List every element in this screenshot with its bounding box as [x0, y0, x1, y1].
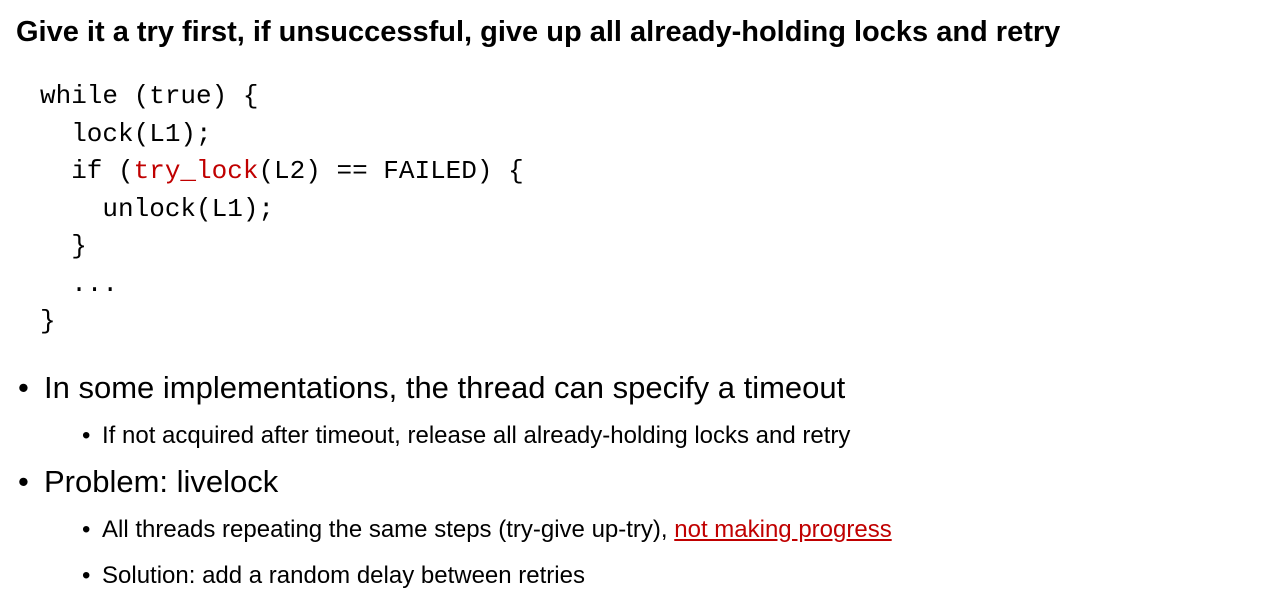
slide-title: Give it a try first, if unsuccessful, gi… [16, 16, 1061, 48]
code-line: if (try_lock(L2) == FAILED) { [40, 153, 524, 191]
code-line: while (true) { [40, 81, 259, 111]
bullet-dot: • [82, 422, 91, 449]
bullet-text: Solution: add a random delay between ret… [102, 562, 585, 589]
not-making-progress-link[interactable]: not making progress [674, 516, 891, 543]
bullet-text: In some implementations, the thread can … [44, 370, 846, 405]
code-line: } [40, 231, 87, 261]
slide: Give it a try first, if unsuccessful, gi… [0, 0, 1280, 610]
code-line: lock(L1); [40, 118, 212, 149]
code-block: while (true) { lock(L1); if (try_lock(L2… [40, 78, 524, 341]
bullet-text-part: All threads repeating the same steps (tr… [102, 516, 675, 543]
code-line: } [40, 306, 56, 336]
bullet-text: All threads repeating the same steps (tr… [102, 514, 892, 546]
code-text: (L2) == FAILED) { [258, 156, 524, 186]
bullet-dot: • [82, 562, 91, 589]
code-line: unlock(L1); [40, 193, 275, 224]
bullet-text: Problem: livelock [44, 464, 279, 499]
bullet-dot: • [18, 370, 29, 405]
bullet-dot: • [82, 516, 91, 543]
code-line: ... [40, 268, 119, 299]
code-highlight-try-lock: try_lock [133, 156, 259, 186]
bullet-text: If not acquired after timeout, release a… [102, 422, 851, 449]
bullet-dot: • [18, 464, 29, 499]
code-text: if ( [40, 156, 134, 186]
